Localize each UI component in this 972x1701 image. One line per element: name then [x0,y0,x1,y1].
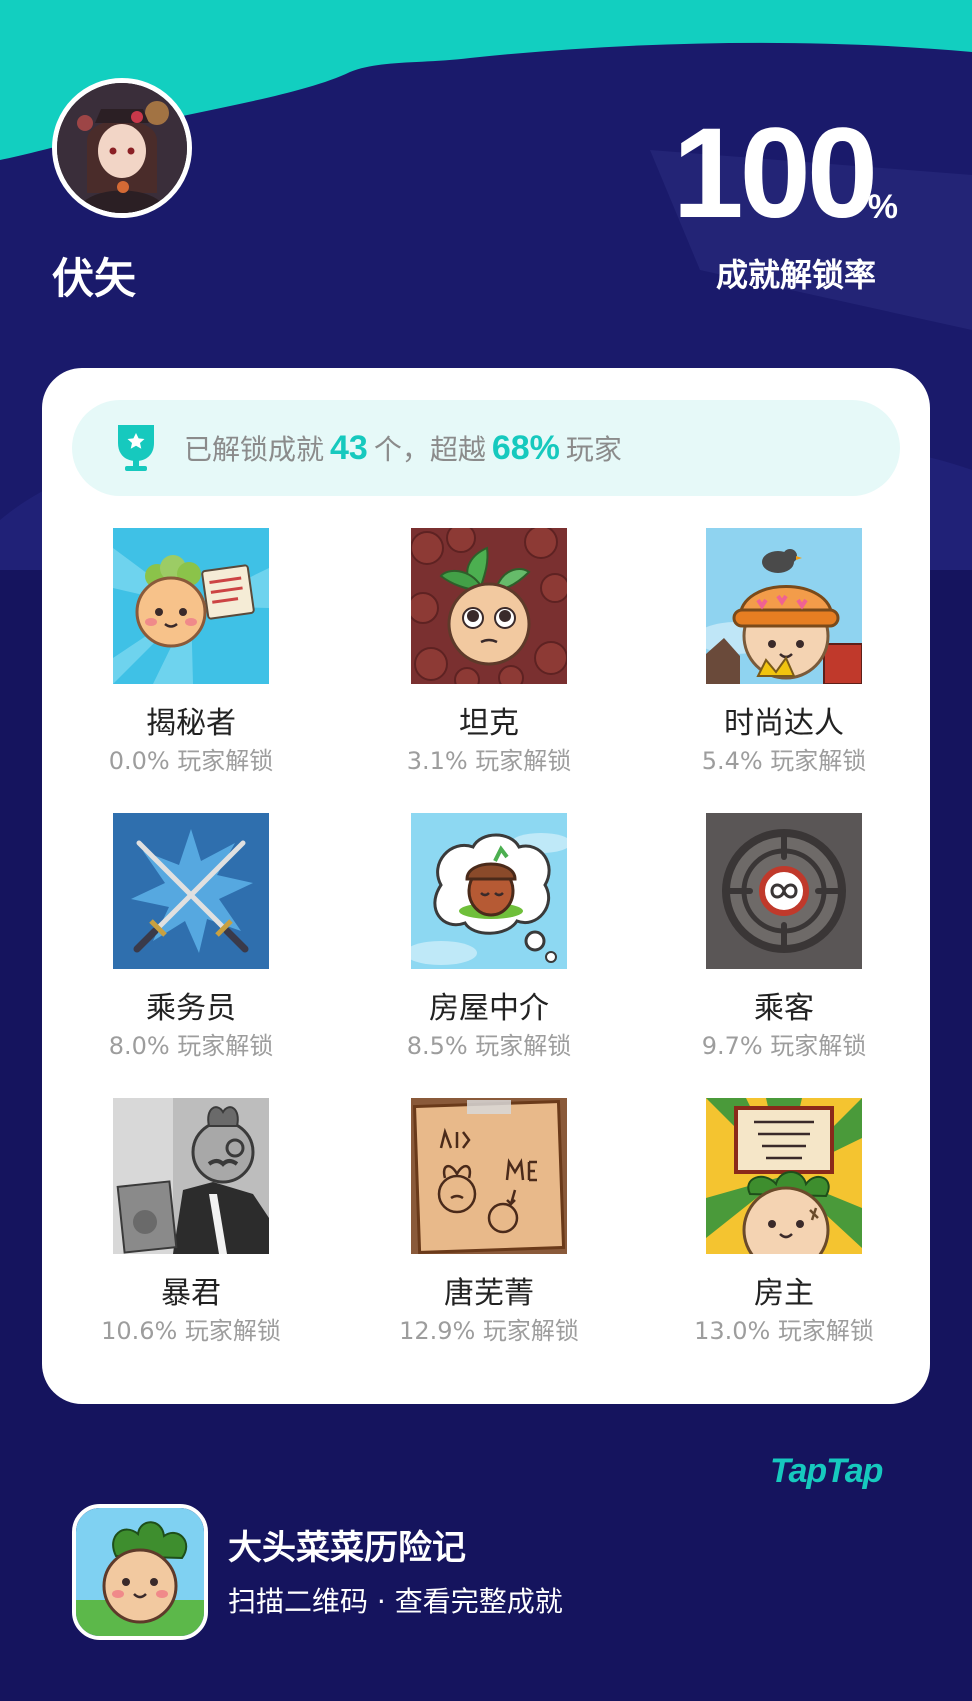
achievement-summary-text: 已解锁成就 43 个，超越 68% 玩家 [184,428,622,468]
scan-qr-hint: 扫描二维码 · 查看完整成就 [228,1585,563,1618]
achievement-unlock-rate: 13.0% 玩家解锁 [694,1317,874,1345]
achievement-item[interactable]: 房主 13.0% 玩家解锁 [638,1098,930,1383]
achievement-item[interactable]: 坦克 3.1% 玩家解锁 [340,528,638,813]
achievement-unlock-rate: 8.5% 玩家解锁 [406,1032,572,1060]
game-title: 大头菜菜历险记 [228,1528,466,1568]
achievement-name: 时尚达人 [724,706,844,741]
monocle-turnip-icon [113,1098,269,1254]
user-avatar[interactable] [52,78,192,218]
achievement-name: 乘客 [754,991,814,1026]
taptap-logo: TapTap [770,1452,883,1490]
achievement-name: 揭秘者 [146,706,236,741]
completion-rate-value: 100 [672,102,878,245]
achievement-unlock-rate: 3.1% 玩家解锁 [406,747,572,775]
achievement-item[interactable]: 暴君 10.6% 玩家解锁 [42,1098,340,1383]
achievement-grid: 揭秘者 0.0% 玩家解锁 坦克 3.1% 玩家解锁 时尚达人 5.4% 玩家解… [42,528,930,1383]
achievement-item[interactable]: 唐芜菁 12.9% 玩家解锁 [340,1098,638,1383]
achievement-unlock-rate: 8.0% 玩家解锁 [108,1032,274,1060]
achievement-name: 坦克 [459,706,519,741]
achievement-item[interactable]: 乘客 9.7% 玩家解锁 [638,813,930,1098]
property-deed-turnip-icon [706,1098,862,1254]
achievement-card: 已解锁成就 43 个，超越 68% 玩家 揭秘者 0.0% 玩家解锁 坦克 3.… [42,368,930,1404]
summary-middle: 个，超越 [373,433,486,466]
achievement-unlock-rate: 0.0% 玩家解锁 [108,747,274,775]
achievement-item[interactable]: 房屋中介 8.5% 玩家解锁 [340,813,638,1098]
trophy-icon [118,425,154,471]
acorn-thought-bubble-icon [411,813,567,969]
achievement-unlock-rate: 12.9% 玩家解锁 [399,1317,579,1345]
summary-suffix: 玩家 [565,433,622,466]
username: 伏矢 [52,254,137,303]
turnip-with-notes-icon [113,528,269,684]
achievement-name: 房屋中介 [429,991,549,1026]
achievement-name: 乘务员 [146,991,236,1026]
achievement-summary-banner: 已解锁成就 43 个，超越 68% 玩家 [72,400,900,496]
game-app-icon[interactable] [72,1504,208,1640]
achievement-item[interactable]: 时尚达人 5.4% 玩家解锁 [638,528,930,813]
completion-rate-label: 成就解锁率 [715,256,876,294]
completion-rate-percent-sign: % [867,188,898,226]
achievement-unlock-rate: 10.6% 玩家解锁 [101,1317,281,1345]
achievement-unlock-rate: 9.7% 玩家解锁 [701,1032,867,1060]
achievement-item[interactable]: 乘务员 8.0% 玩家解锁 [42,813,340,1098]
family-drawing-icon [411,1098,567,1254]
achievement-name: 唐芜菁 [444,1276,534,1311]
crossed-swords-icon [113,813,269,969]
achievement-name: 房主 [754,1276,814,1311]
completion-rate: 100 % 成就解锁率 [630,110,910,300]
achievement-unlock-rate: 5.4% 玩家解锁 [701,747,867,775]
turnip-with-hat-icon [706,528,862,684]
achievement-item[interactable]: 揭秘者 0.0% 玩家解锁 [42,528,340,813]
infinity-crosshair-icon [706,813,862,969]
summary-prefix: 已解锁成就 [184,433,325,466]
beat-percent: 68% [491,429,560,467]
unlocked-count: 43 [330,429,368,467]
achievement-name: 暴君 [161,1276,221,1311]
teary-turnip-icon [411,528,567,684]
